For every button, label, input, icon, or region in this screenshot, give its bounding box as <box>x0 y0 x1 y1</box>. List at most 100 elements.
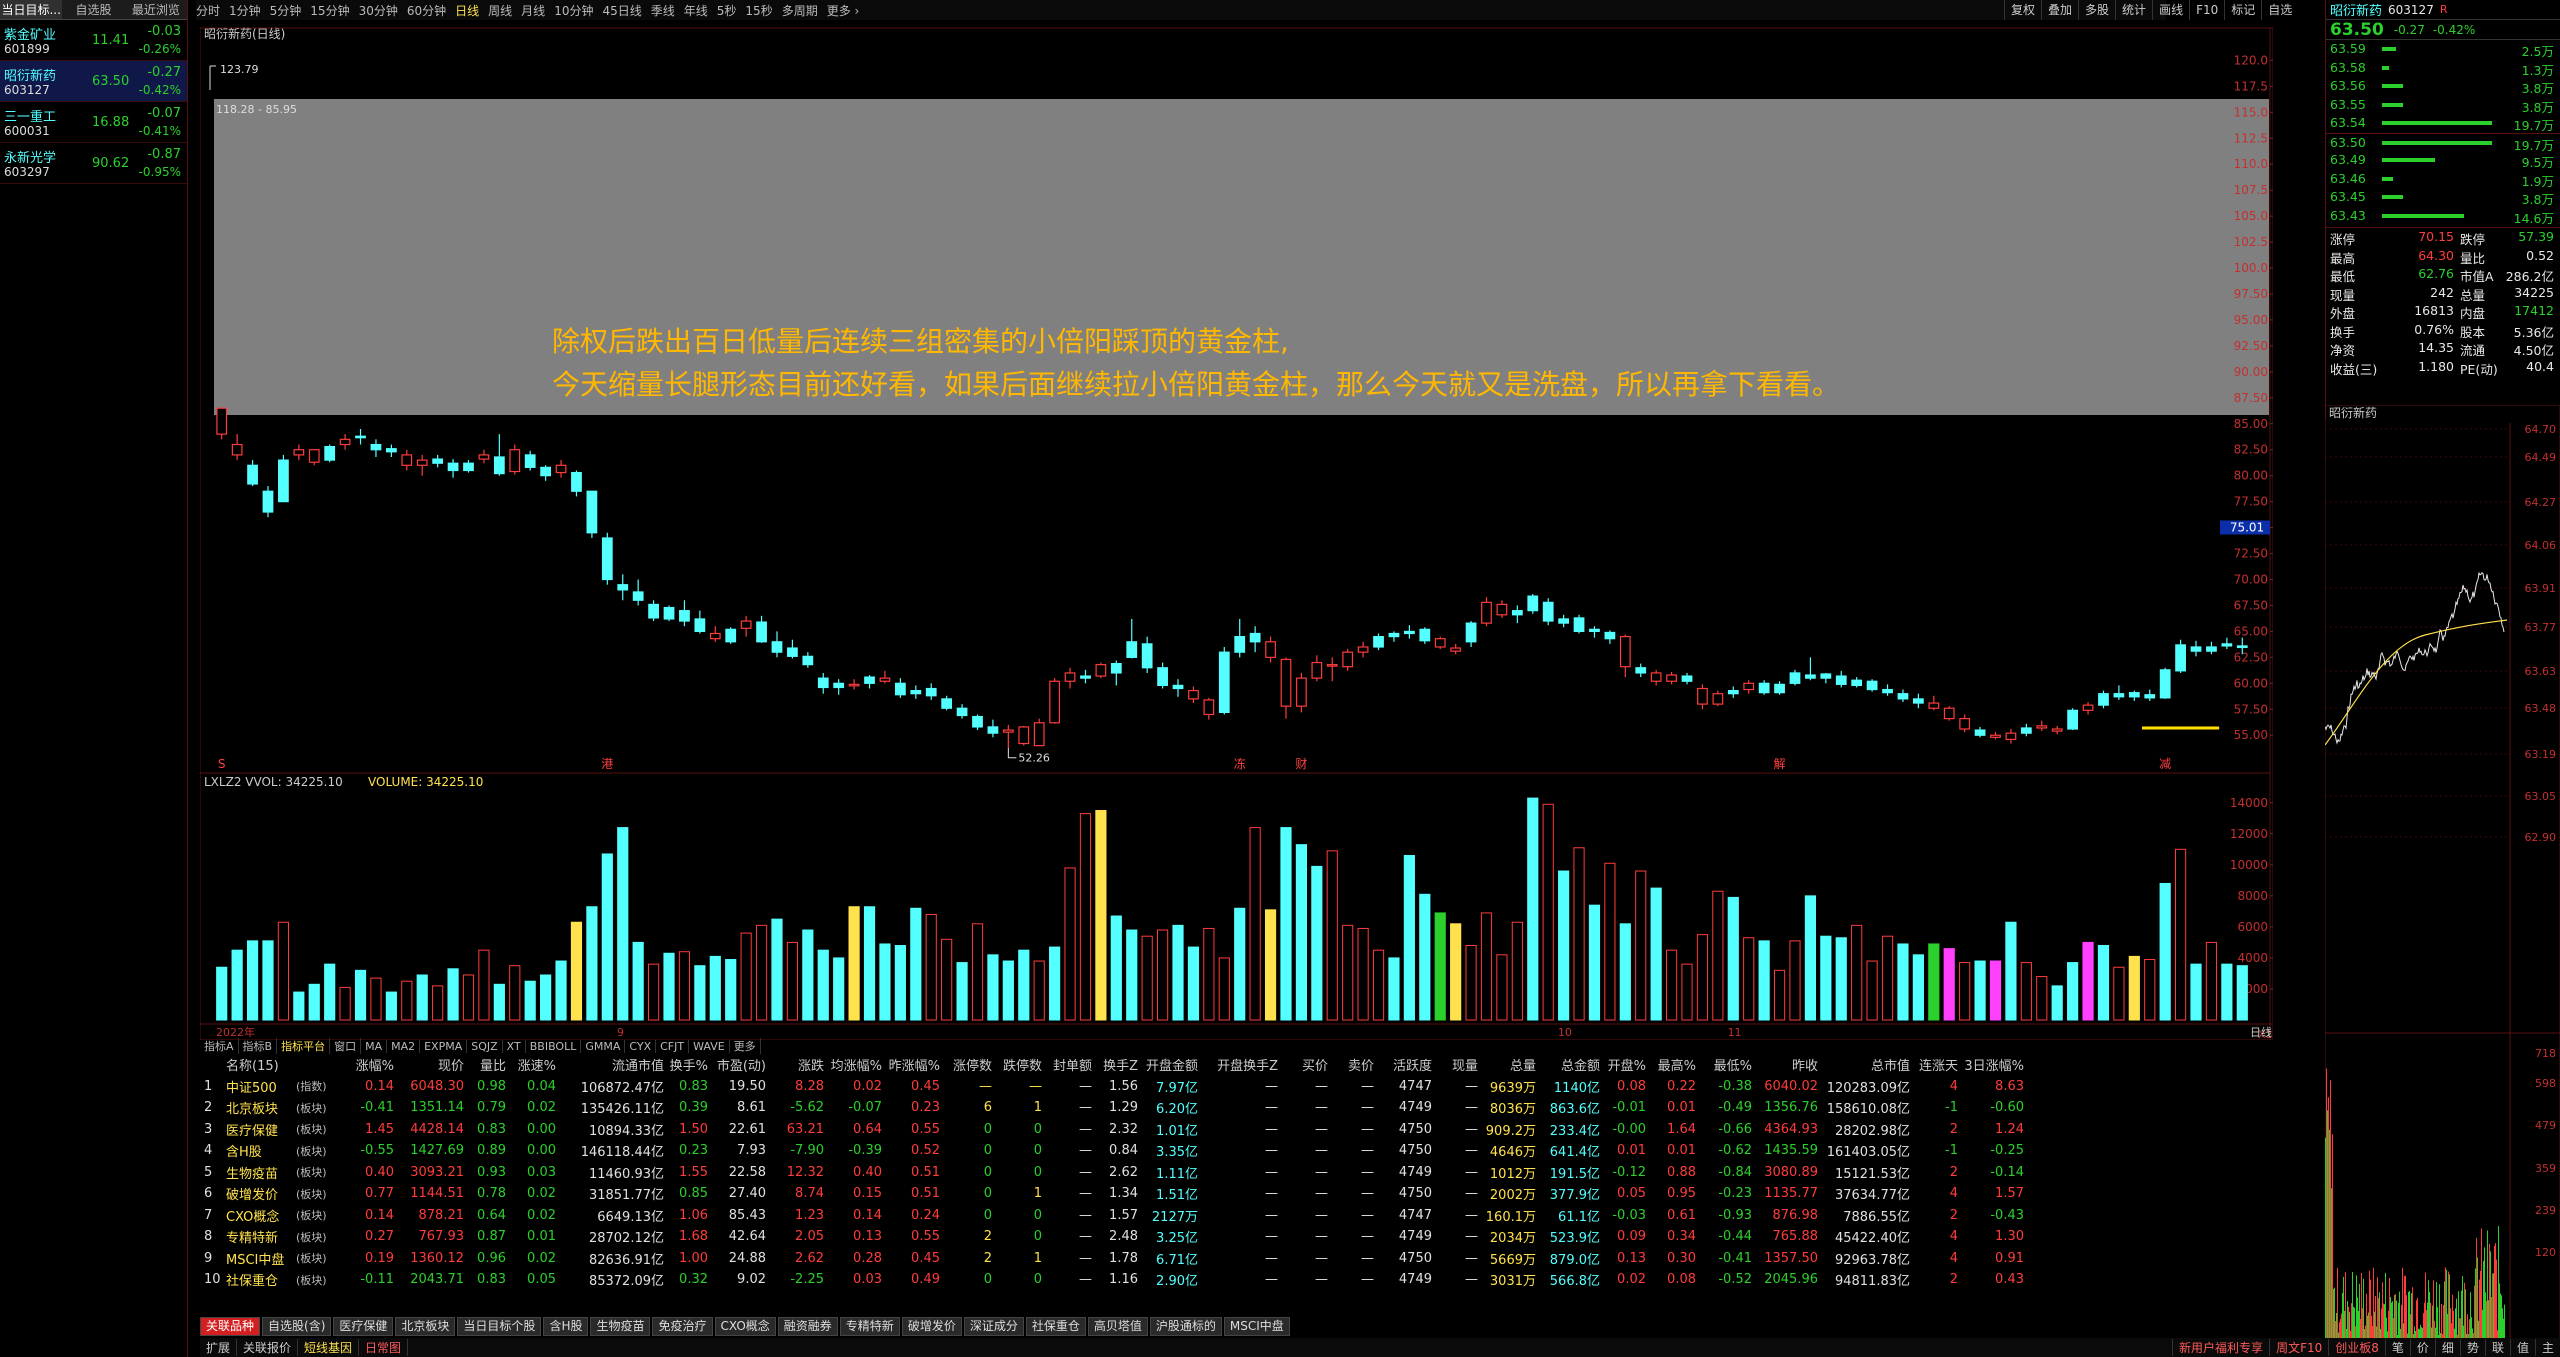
chart-tool-1[interactable]: 叠加 <box>2041 0 2078 20</box>
bottom-right-6[interactable]: 势 <box>2459 1339 2485 1356</box>
bottom-right-5[interactable]: 细 <box>2434 1339 2460 1356</box>
period-0[interactable]: 分时 <box>196 2 220 19</box>
indicator-tab-4[interactable]: MA <box>361 1039 388 1053</box>
column-header[interactable]: 开盘金额 <box>1138 1055 1198 1074</box>
sector-tab-15[interactable]: 沪股通标的 <box>1149 1316 1222 1336</box>
chart-tool-0[interactable]: 复权 <box>2004 0 2041 20</box>
sector-tab-16[interactable]: MSCI中盘 <box>1223 1316 1290 1336</box>
sector-row[interactable]: 1 中证500 (指数) 0.14 6048.30 0.98 0.04 106872.47亿 0… <box>200 1076 2320 1098</box>
column-header[interactable]: 均涨幅% <box>824 1055 882 1074</box>
column-header[interactable]: 涨速% <box>506 1055 556 1074</box>
sector-tab-11[interactable]: 破增发价 <box>901 1316 962 1336</box>
sector-tab-13[interactable]: 社保重仓 <box>1025 1316 1086 1336</box>
indicator-tab-8[interactable]: XT <box>503 1039 526 1053</box>
column-header[interactable]: 开盘换手Z <box>1198 1055 1278 1074</box>
column-header[interactable]: 3日涨幅% <box>1958 1055 2024 1074</box>
tab-self-selected[interactable]: 自选股 <box>62 0 124 19</box>
period-8[interactable]: 月线 <box>521 2 545 19</box>
candlestick-chart[interactable]: 昭衍新药(日线) 120.0 117.5 115.0 112.5 110.0 107.5 10… <box>200 20 2273 1040</box>
sector-tab-8[interactable]: CXO概念 <box>714 1316 776 1336</box>
column-header[interactable]: 流通市值 <box>556 1055 664 1074</box>
sector-tab-6[interactable]: 生物疫苗 <box>590 1316 651 1336</box>
column-header[interactable]: 开盘% <box>1600 1055 1646 1074</box>
sector-row[interactable]: 2 北京板块 (板块) -0.41 1351.14 0.79 0.02 135426.11亿 0… <box>200 1097 2320 1119</box>
sector-row[interactable]: 5 生物疫苗 (板块) 0.40 3093.21 0.93 0.03 11460.93亿 1.5… <box>200 1162 2320 1184</box>
period-13[interactable]: 5秒 <box>717 2 737 19</box>
chart-tool-4[interactable]: 画线 <box>2152 0 2189 20</box>
intraday-mini-chart[interactable]: 昭衍新药 64.70 64.49 64.27 64.06 63.91 63.77 63.63 6… <box>2325 405 2560 1357</box>
watchlist-row[interactable]: 永新光学 603297 90.62 -0.87 -0.95% <box>0 143 187 184</box>
column-header[interactable]: 总市值 <box>1818 1055 1910 1074</box>
period-3[interactable]: 15分钟 <box>310 2 349 19</box>
bottom-tab-3[interactable]: 日常图 <box>359 1339 409 1356</box>
sector-tab-4[interactable]: 当日目标个股 <box>457 1316 542 1336</box>
column-header[interactable]: 市盈(动) <box>708 1055 766 1074</box>
bottom-tab-0[interactable]: 扩展 <box>200 1339 238 1356</box>
period-5[interactable]: 60分钟 <box>407 2 446 19</box>
column-header[interactable]: 卖价 <box>1328 1055 1374 1074</box>
period-10[interactable]: 45日线 <box>602 2 641 19</box>
chart-tool-6[interactable]: 标记 <box>2224 0 2261 20</box>
column-header[interactable]: 涨跌 <box>766 1055 824 1074</box>
period-15[interactable]: 多周期 <box>782 2 818 19</box>
watchlist-row[interactable]: 三一重工 600031 16.88 -0.07 -0.41% <box>0 102 187 143</box>
period-7[interactable]: 周线 <box>488 2 512 19</box>
column-header[interactable]: 跌停数 <box>992 1055 1042 1074</box>
column-header[interactable]: 连涨天 <box>1910 1055 1958 1074</box>
column-header[interactable]: 名称(15) <box>222 1055 292 1074</box>
bottom-tab-2[interactable]: 短线基因 <box>298 1339 360 1356</box>
column-header[interactable]: 现价 <box>394 1055 464 1074</box>
sector-tab-5[interactable]: 含H股 <box>543 1316 589 1336</box>
sector-row[interactable]: 6 破增发价 (板块) 0.77 1144.51 0.78 0.02 31851.77亿 0.8… <box>200 1183 2320 1205</box>
watchlist-row-selected[interactable]: 昭衍新药 603127 63.50 -0.27 -0.42% <box>0 61 187 102</box>
bottom-right-8[interactable]: 值 <box>2509 1339 2535 1356</box>
column-header[interactable]: 买价 <box>1278 1055 1328 1074</box>
sector-tab-0[interactable]: 关联品种 <box>200 1316 261 1336</box>
column-header[interactable]: 总金额 <box>1536 1055 1600 1074</box>
period-2[interactable]: 5分钟 <box>270 2 302 19</box>
watchlist-row[interactable]: 紫金矿业 601899 11.41 -0.03 -0.26% <box>0 20 187 61</box>
chart-tool-7[interactable]: 自选 <box>2261 0 2298 20</box>
indicator-tab-5[interactable]: MA2 <box>387 1039 421 1053</box>
indicator-tab-3[interactable]: 窗口 <box>330 1038 362 1054</box>
period-9[interactable]: 10分钟 <box>554 2 593 19</box>
indicator-tab-10[interactable]: GMMA <box>581 1039 626 1053</box>
bottom-right-1[interactable]: 周文F10 <box>2269 1339 2328 1356</box>
bottom-right-9[interactable]: 主 <box>2534 1339 2560 1356</box>
sector-row[interactable]: 10 社保重仓 (板块) -0.11 2043.71 0.83 0.05 85372.09亿 0… <box>200 1269 2320 1291</box>
bottom-right-0[interactable]: 新用户福利专享 <box>2172 1339 2269 1356</box>
bottom-tab-1[interactable]: 关联报价 <box>237 1339 299 1356</box>
indicator-tab-13[interactable]: WAVE <box>689 1039 730 1053</box>
sector-tab-3[interactable]: 北京板块 <box>395 1316 456 1336</box>
period-16[interactable]: 更多 › <box>827 2 860 19</box>
sector-tab-14[interactable]: 高贝塔值 <box>1087 1316 1148 1336</box>
period-1[interactable]: 1分钟 <box>229 2 261 19</box>
column-header[interactable]: 封单额 <box>1042 1055 1092 1074</box>
chart-tool-3[interactable]: 统计 <box>2115 0 2152 20</box>
period-11[interactable]: 季线 <box>651 2 675 19</box>
column-header[interactable]: 最高% <box>1646 1055 1696 1074</box>
sector-row[interactable]: 8 专精特新 (板块) 0.27 767.93 0.87 0.01 28702.12亿 1.68… <box>200 1226 2320 1248</box>
indicator-tab-0[interactable]: 指标A <box>200 1038 239 1054</box>
period-4[interactable]: 30分钟 <box>359 2 398 19</box>
column-header[interactable]: 总量 <box>1478 1055 1536 1074</box>
column-header[interactable]: 量比 <box>464 1055 506 1074</box>
indicator-tab-2[interactable]: 指标平台 <box>277 1038 331 1054</box>
sector-tab-2[interactable]: 医疗保健 <box>333 1316 394 1336</box>
indicator-tab-14[interactable]: 更多 <box>730 1038 761 1054</box>
sector-tab-12[interactable]: 深证成分 <box>963 1316 1024 1336</box>
bottom-right-4[interactable]: 价 <box>2409 1339 2435 1356</box>
indicator-tab-12[interactable]: CFJT <box>656 1039 690 1053</box>
column-header[interactable]: 涨停数 <box>940 1055 992 1074</box>
sector-row[interactable]: 9 MSCI中盘 (板块) 0.19 1360.12 0.96 0.02 82636.91亿 1… <box>200 1248 2320 1270</box>
column-header[interactable]: 昨收 <box>1752 1055 1818 1074</box>
period-12[interactable]: 年线 <box>684 2 708 19</box>
column-header[interactable]: 换手Z <box>1092 1055 1138 1074</box>
indicator-tab-6[interactable]: EXPMA <box>420 1039 468 1053</box>
chart-tool-5[interactable]: F10 <box>2189 0 2224 20</box>
indicator-tab-11[interactable]: CYX <box>625 1039 657 1053</box>
bottom-right-2[interactable]: 创业板8 <box>2328 1339 2385 1356</box>
sector-tab-7[interactable]: 免疫治疗 <box>652 1316 713 1336</box>
bottom-right-3[interactable]: 笔 <box>2384 1339 2410 1356</box>
column-header[interactable]: 换手% <box>664 1055 708 1074</box>
